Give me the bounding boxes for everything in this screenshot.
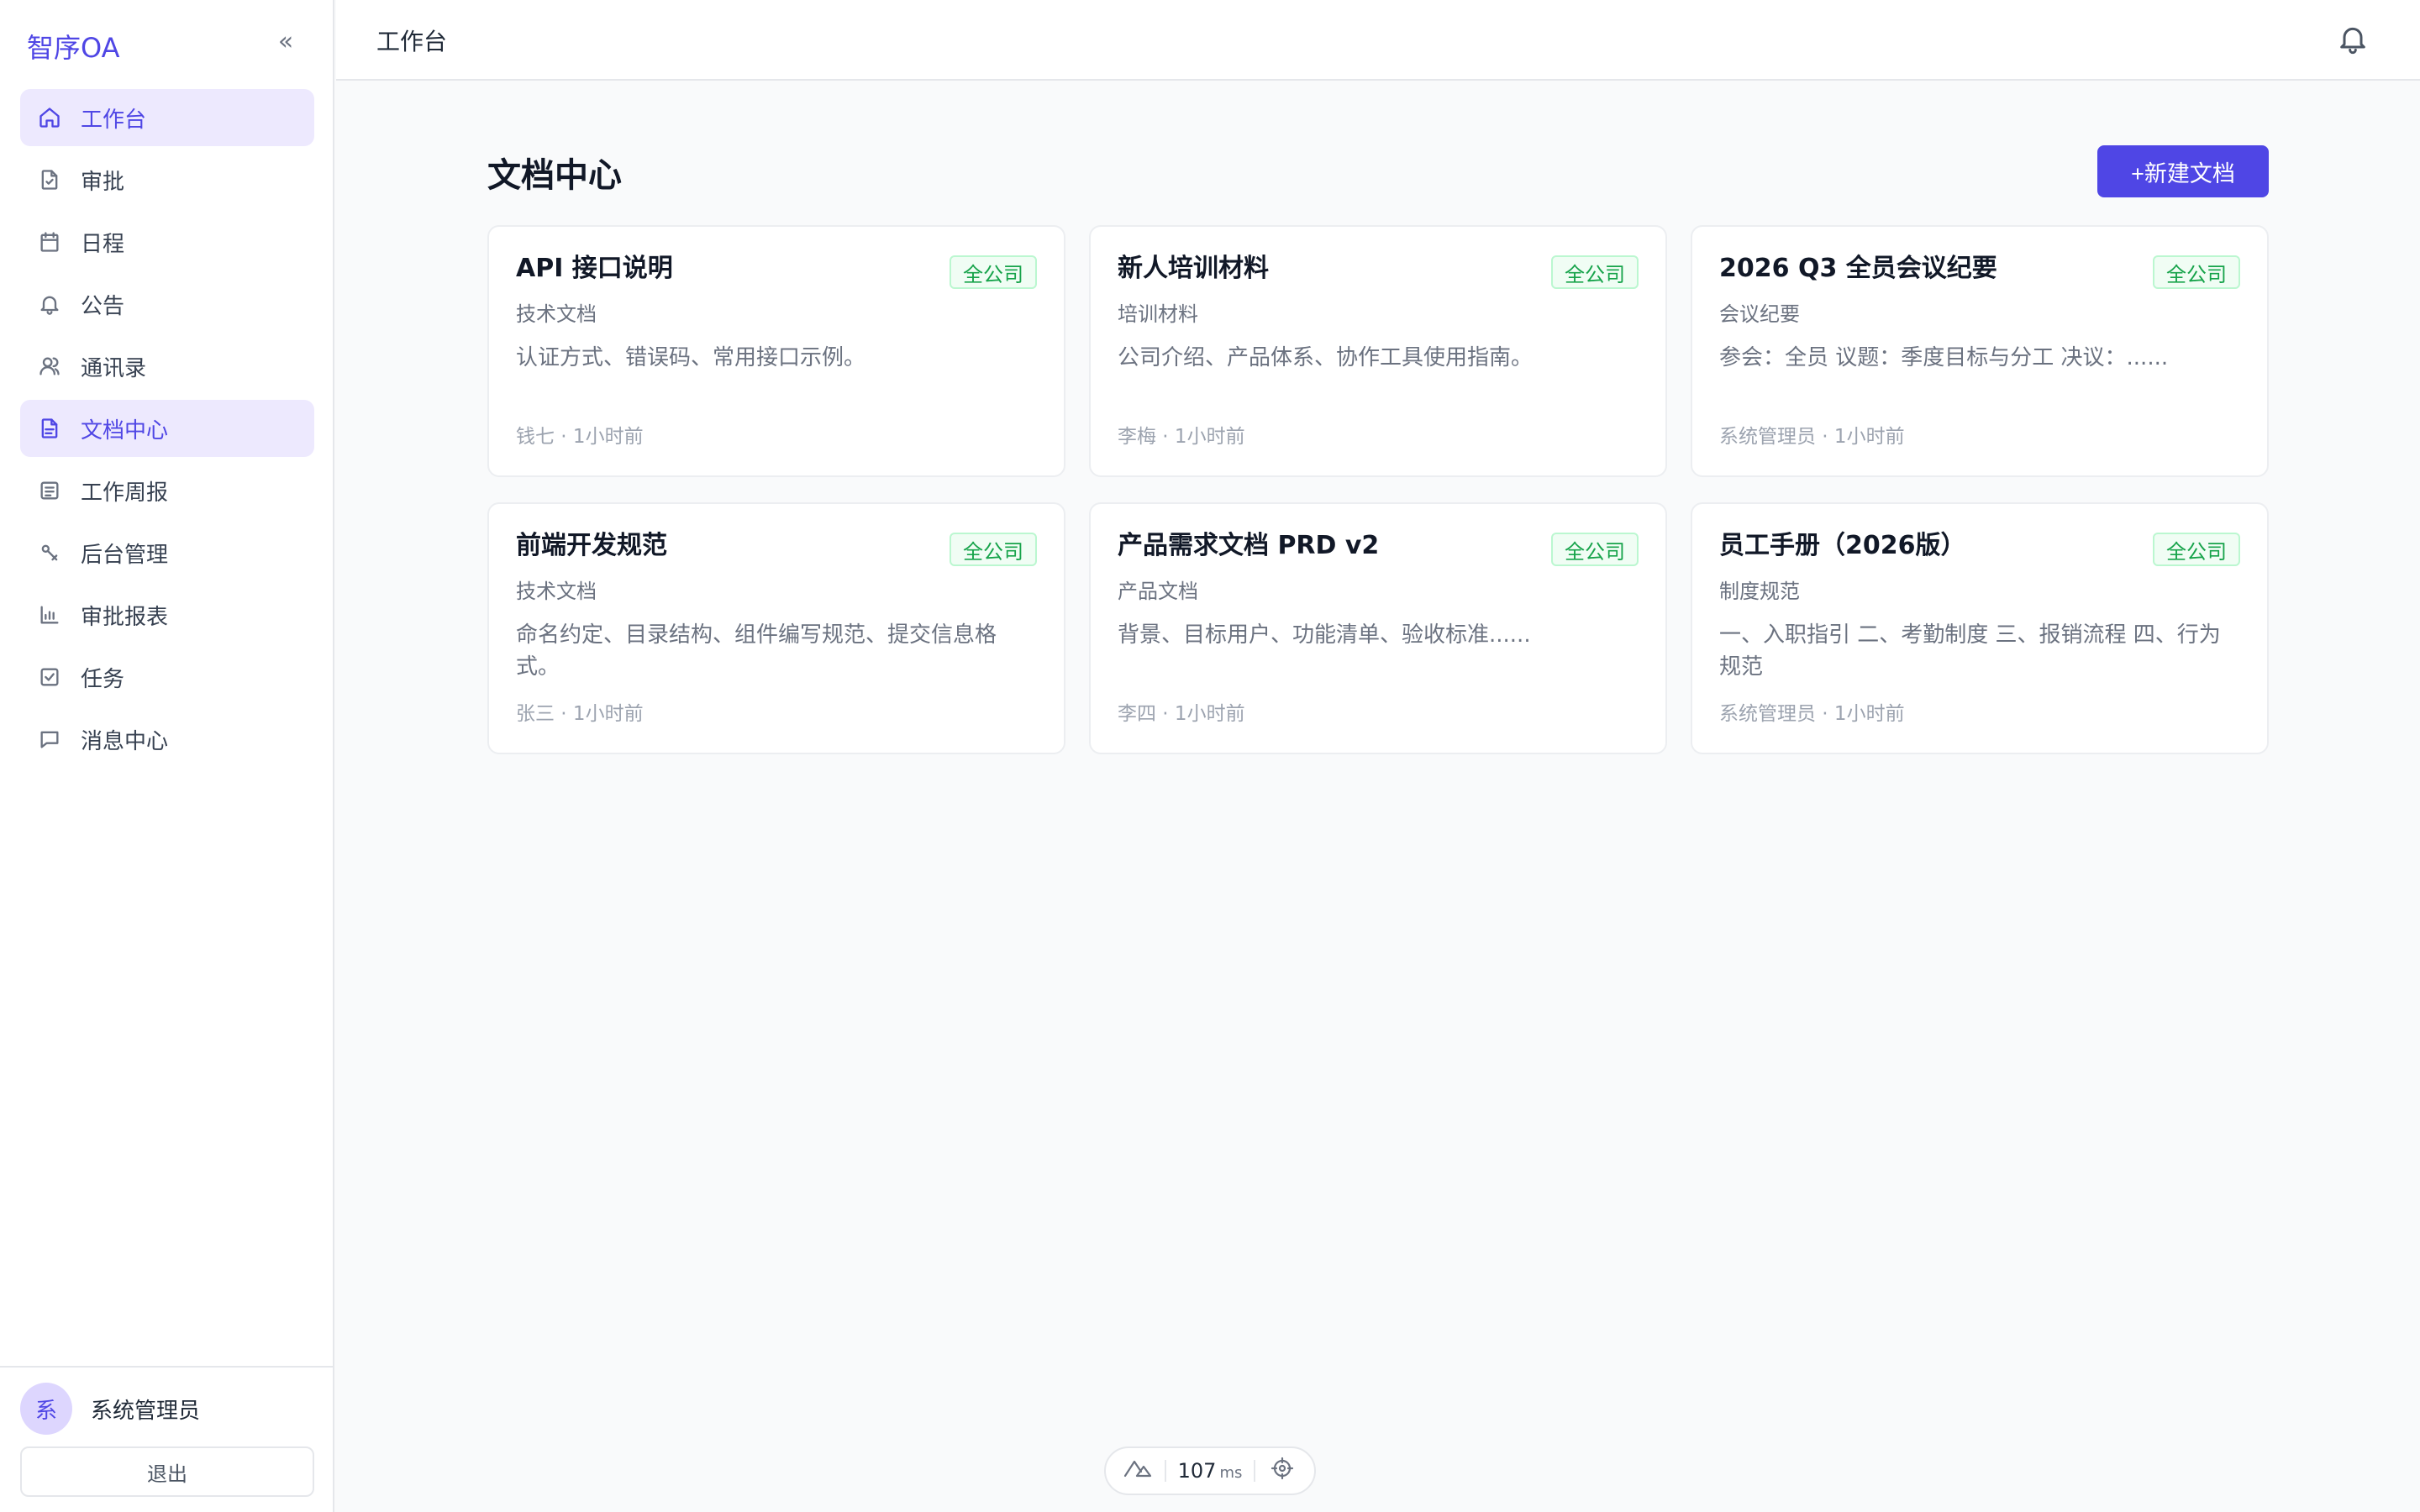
sidebar-item-schedule[interactable]: 日程 bbox=[20, 213, 314, 270]
calendar-icon bbox=[37, 229, 62, 255]
file-check-icon bbox=[37, 167, 62, 192]
sidebar-item-tasks[interactable]: 任务 bbox=[20, 648, 314, 706]
user-name: 系统管理员 bbox=[91, 1398, 201, 1424]
sidebar-item-messages[interactable]: 消息中心 bbox=[20, 711, 314, 768]
document-description: 公司介绍、产品体系、协作工具使用指南。 bbox=[1118, 345, 1534, 370]
document-meta: 系统管理员 · 1小时前 bbox=[1719, 426, 1905, 448]
visibility-badge: 全公司 bbox=[950, 255, 1037, 289]
users-icon bbox=[37, 354, 62, 379]
document-meta: 李梅 · 1小时前 bbox=[1118, 426, 1245, 448]
document-grid: API 接口说明 全公司 技术文档 认证方式、错误码、常用接口示例。 钱七 · … bbox=[487, 225, 2269, 754]
sidebar-item-admin[interactable]: 后台管理 bbox=[20, 524, 314, 581]
document-card[interactable]: API 接口说明 全公司 技术文档 认证方式、错误码、常用接口示例。 钱七 · … bbox=[487, 225, 1065, 477]
avatar: 系 bbox=[20, 1383, 72, 1435]
document-category: 技术文档 bbox=[516, 580, 597, 603]
visibility-badge: 全公司 bbox=[950, 533, 1037, 566]
sidebar: 智序OA « 工作台 审批 日程 公告 通讯录 文档中心 工作周报 后台管理 审… bbox=[0, 0, 334, 1512]
document-icon bbox=[37, 416, 62, 441]
sidebar-item-label: 公告 bbox=[81, 293, 125, 319]
sidebar-item-label: 日程 bbox=[81, 231, 125, 257]
sidebar-item-weekly-report[interactable]: 工作周报 bbox=[20, 462, 314, 519]
document-description: 一、入职指引 二、考勤制度 三、报销流程 四、行为规范 bbox=[1719, 622, 2221, 680]
top-header: 工作台 bbox=[336, 0, 2420, 81]
check-square-icon bbox=[37, 664, 62, 690]
collapse-sidebar-button[interactable]: « bbox=[271, 25, 301, 59]
document-meta: 张三 · 1小时前 bbox=[516, 703, 644, 725]
sidebar-item-label: 任务 bbox=[81, 666, 125, 692]
logout-button[interactable]: 退出 bbox=[20, 1446, 314, 1497]
response-time-unit: ms bbox=[1219, 1464, 1243, 1482]
document-card[interactable]: 新人培训材料 全公司 培训材料 公司介绍、产品体系、协作工具使用指南。 李梅 ·… bbox=[1089, 225, 1667, 477]
mountain-logo-icon[interactable] bbox=[1123, 1457, 1153, 1485]
document-description: 参会：全员 议题：季度目标与分工 决议：...... bbox=[1719, 345, 2169, 370]
sidebar-footer: 系 系统管理员 退出 bbox=[0, 1366, 334, 1512]
sidebar-item-label: 审批报表 bbox=[81, 604, 169, 630]
divider bbox=[1254, 1460, 1256, 1482]
user-profile[interactable]: 系 系统管理员 bbox=[20, 1383, 200, 1435]
document-meta: 钱七 · 1小时前 bbox=[516, 426, 644, 448]
perf-indicator: 107 ms bbox=[1104, 1446, 1316, 1495]
new-document-button[interactable]: +新建文档 bbox=[2097, 145, 2269, 197]
document-meta: 系统管理员 · 1小时前 bbox=[1719, 703, 1905, 725]
document-description: 认证方式、错误码、常用接口示例。 bbox=[516, 345, 866, 370]
visibility-badge: 全公司 bbox=[1551, 533, 1639, 566]
document-category: 会议纪要 bbox=[1719, 302, 1800, 326]
home-icon bbox=[37, 105, 62, 130]
sidebar-item-documents[interactable]: 文档中心 bbox=[20, 400, 314, 457]
document-description: 命名约定、目录结构、组件编写规范、提交信息格式。 bbox=[516, 622, 997, 680]
wrench-icon bbox=[37, 540, 62, 565]
sidebar-item-contacts[interactable]: 通讯录 bbox=[20, 338, 314, 395]
list-icon bbox=[37, 478, 62, 503]
sidebar-item-approval-report[interactable]: 审批报表 bbox=[20, 586, 314, 643]
sidebar-item-workbench[interactable]: 工作台 bbox=[20, 89, 314, 146]
sidebar-item-label: 工作台 bbox=[81, 107, 147, 133]
sidebar-item-label: 通讯录 bbox=[81, 355, 147, 381]
sidebar-item-label: 后台管理 bbox=[81, 542, 169, 568]
document-category: 技术文档 bbox=[516, 302, 597, 326]
document-card[interactable]: 产品需求文档 PRD v2 全公司 产品文档 背景、目标用户、功能清单、验收标准… bbox=[1089, 502, 1667, 754]
bar-chart-icon bbox=[37, 602, 62, 627]
sidebar-item-label: 审批 bbox=[81, 169, 125, 195]
sidebar-item-announcement[interactable]: 公告 bbox=[20, 276, 314, 333]
sidebar-item-approval[interactable]: 审批 bbox=[20, 151, 314, 208]
visibility-badge: 全公司 bbox=[2153, 533, 2240, 566]
sidebar-nav: 工作台 审批 日程 公告 通讯录 文档中心 工作周报 后台管理 审批报表 任务 … bbox=[20, 89, 314, 773]
response-time: 107 ms bbox=[1178, 1459, 1243, 1483]
document-meta: 李四 · 1小时前 bbox=[1118, 703, 1245, 725]
bell-icon bbox=[37, 291, 62, 317]
breadcrumb: 工作台 bbox=[376, 28, 448, 55]
response-time-value: 107 bbox=[1177, 1459, 1217, 1483]
page-title: 文档中心 bbox=[487, 156, 622, 195]
divider bbox=[1164, 1460, 1166, 1482]
document-category: 产品文档 bbox=[1118, 580, 1198, 603]
document-category: 制度规范 bbox=[1719, 580, 1800, 603]
sidebar-item-label: 文档中心 bbox=[81, 417, 169, 444]
sidebar-item-label: 消息中心 bbox=[81, 728, 169, 754]
brand-logo[interactable]: 智序OA bbox=[27, 27, 120, 66]
document-description: 背景、目标用户、功能清单、验收标准...... bbox=[1118, 622, 1531, 648]
message-icon bbox=[37, 727, 62, 752]
document-card[interactable]: 前端开发规范 全公司 技术文档 命名约定、目录结构、组件编写规范、提交信息格式。… bbox=[487, 502, 1065, 754]
sidebar-item-label: 工作周报 bbox=[81, 480, 169, 506]
notification-bell-icon[interactable] bbox=[2336, 22, 2373, 59]
document-card[interactable]: 2026 Q3 全员会议纪要 全公司 会议纪要 参会：全员 议题：季度目标与分工… bbox=[1691, 225, 2269, 477]
visibility-badge: 全公司 bbox=[2153, 255, 2240, 289]
document-card[interactable]: 员工手册（2026版） 全公司 制度规范 一、入职指引 二、考勤制度 三、报销流… bbox=[1691, 502, 2269, 754]
visibility-badge: 全公司 bbox=[1551, 255, 1639, 289]
document-category: 培训材料 bbox=[1118, 302, 1198, 326]
crosshair-icon[interactable] bbox=[1267, 1457, 1297, 1485]
